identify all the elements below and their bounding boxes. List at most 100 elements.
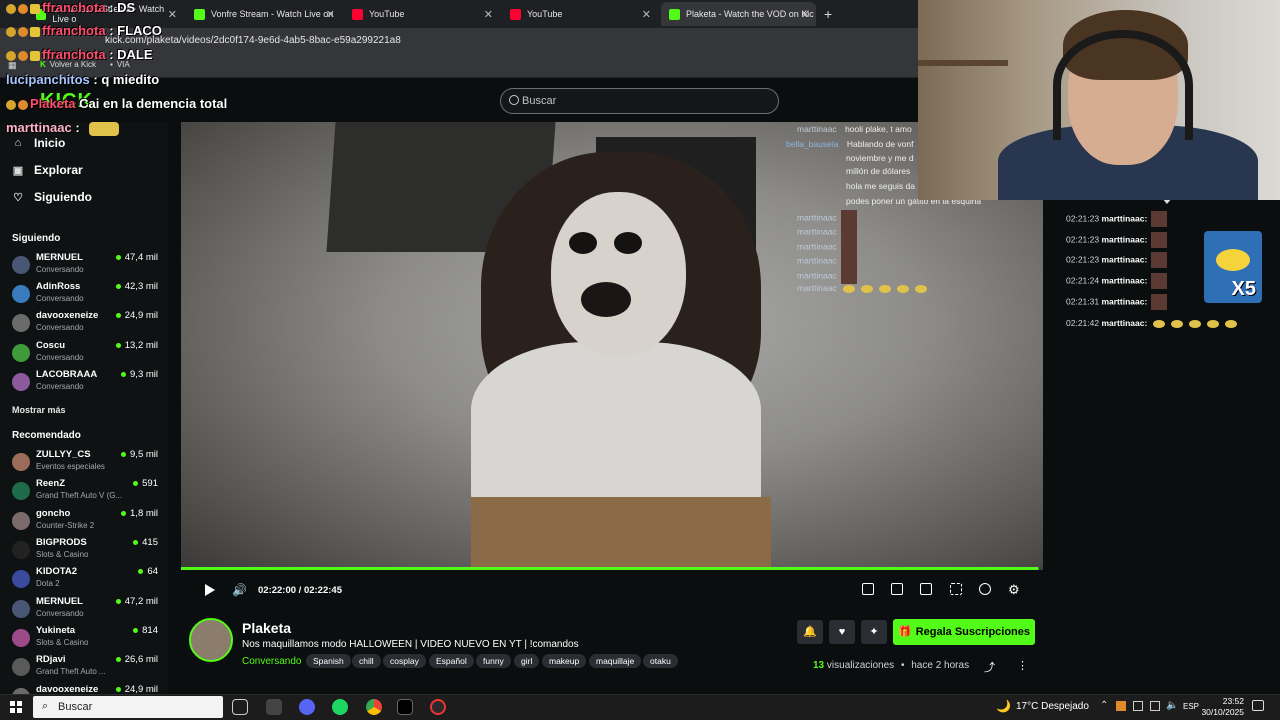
speaker-icon[interactable]: 🔈	[1166, 700, 1178, 711]
volume-icon[interactable]: 🔊	[232, 583, 247, 597]
avatar	[12, 512, 30, 530]
video-age: hace 2 horas	[911, 660, 970, 671]
tag[interactable]: cosplay	[383, 654, 426, 668]
tab-4[interactable]: YouTube ✕	[502, 2, 657, 26]
chevron-up-icon[interactable]: ⌃	[1100, 700, 1108, 711]
emote-icon	[1171, 319, 1184, 328]
recommended-channel[interactable]: RDjavi Grand Theft Auto ... 26,6 mil	[10, 654, 160, 682]
clip-icon[interactable]	[891, 583, 903, 595]
following-channel[interactable]: AdinRoss Conversando 42,3 mil	[10, 281, 160, 309]
tab-5-active[interactable]: Plaketa - Watch the VOD on Kic ✕	[661, 2, 816, 26]
tab-3[interactable]: YouTube ✕	[344, 2, 499, 26]
tag[interactable]: makeup	[542, 654, 587, 668]
overlay-chat-user: marttinaac	[797, 226, 837, 237]
sparkle-icon[interactable]: ✦	[861, 620, 887, 644]
nav-siguiendo[interactable]: ♡ Siguiendo	[12, 190, 92, 204]
tray-app-icon[interactable]	[1133, 701, 1143, 711]
gift-subs-button[interactable]: 🎁 Regala Suscripciones	[893, 619, 1035, 645]
clock[interactable]: 23:52 30/10/2025	[1200, 696, 1244, 718]
app-icon[interactable]	[266, 699, 282, 715]
recommended-channel[interactable]: BIGPRODS Slots & Casino 415	[10, 537, 160, 565]
tag[interactable]: maquillaje	[589, 654, 642, 668]
speed-icon[interactable]	[979, 583, 991, 595]
badge-icon	[6, 50, 16, 61]
chat-user[interactable]: marttinaac:	[1101, 275, 1147, 285]
streamer-name[interactable]: Plaketa	[242, 620, 291, 636]
close-icon[interactable]: ✕	[326, 8, 335, 21]
stream-category[interactable]: Conversando	[242, 656, 301, 667]
more-options-icon[interactable]: ⋮	[1017, 659, 1028, 672]
close-icon[interactable]: ✕	[484, 8, 493, 21]
chrome-icon[interactable]	[366, 699, 382, 715]
chat-user[interactable]: marttinaac:	[1101, 296, 1147, 306]
nav-inicio[interactable]: ⌂ Inicio	[12, 136, 66, 150]
recommended-channel[interactable]: ZULLYY_CS Eventos especiales 9,5 mil	[10, 449, 160, 477]
chat-message: 02:21:31 marttinaac:	[1066, 294, 1168, 310]
stream-chat-line: Plaketa Cai en la demencia total	[6, 96, 227, 111]
chat-user[interactable]: marttinaac:	[1101, 254, 1147, 264]
clock-date: 30/10/2025	[1201, 707, 1244, 717]
search-icon: ⌕	[42, 700, 49, 712]
heart-icon[interactable]: ♥	[829, 620, 855, 644]
tag[interactable]: girl	[514, 654, 540, 668]
close-icon[interactable]: ✕	[801, 8, 810, 21]
recommended-channel[interactable]: goncho Counter-Strike 2 1,8 mil	[10, 508, 160, 536]
recommended-channel[interactable]: ReenZ Grand Theft Auto V (G... 591	[10, 478, 160, 506]
recommended-channel[interactable]: MERNUEL Conversando 47,2 mil	[10, 596, 160, 624]
tag[interactable]: funny	[476, 654, 511, 668]
fullscreen-icon[interactable]	[950, 583, 962, 595]
overlay-chat-text: hola me seguis da	[846, 181, 915, 191]
show-more-link[interactable]: Mostrar más	[12, 405, 66, 415]
live-dot-icon	[121, 510, 127, 516]
following-channel[interactable]: LACOBRAAA Conversando 9,3 mil	[10, 369, 160, 397]
close-icon[interactable]: ✕	[642, 8, 651, 21]
pip-icon[interactable]	[862, 583, 874, 595]
channel-category: Conversando	[36, 609, 84, 618]
recommended-channel[interactable]: davooxeneize 24,9 mil	[10, 684, 160, 694]
new-tab-icon[interactable]: +	[824, 6, 832, 22]
tab-2[interactable]: Vonfre Stream - Watch Live on ✕	[186, 2, 341, 26]
tag[interactable]: chill	[352, 654, 381, 668]
tray-app-icon[interactable]	[1150, 701, 1160, 711]
nav-explorar[interactable]: ▣ Explorar	[12, 163, 83, 177]
stream-chat-text: : FLACO	[109, 23, 162, 38]
spotify-icon[interactable]	[332, 699, 348, 715]
chat-user[interactable]: marttinaac:	[1101, 213, 1147, 223]
windows-start-icon[interactable]	[10, 701, 22, 713]
channel-name: KIDOTA2	[36, 566, 77, 577]
overlay-chat-line: hola me seguis da	[846, 181, 915, 191]
avatar	[12, 570, 30, 588]
following-channel[interactable]: MERNUEL Conversando 47,4 mil	[10, 252, 160, 280]
weather-text[interactable]: 17°C Despejado	[1016, 701, 1089, 712]
bell-icon[interactable]: 🔔	[797, 620, 823, 644]
tray-app-icon[interactable]	[1116, 701, 1126, 711]
badge-icon	[30, 3, 40, 14]
channel-category: Conversando	[36, 265, 84, 274]
stream-chat-user: ffranchota	[42, 23, 106, 38]
play-icon[interactable]	[205, 584, 215, 596]
recommended-channel[interactable]: Yukineta Slots & Casino 814	[10, 625, 160, 653]
share-icon[interactable]: ⤴	[984, 659, 995, 675]
task-view-icon[interactable]	[232, 699, 248, 715]
obs-icon[interactable]	[430, 699, 446, 715]
tag[interactable]: Español	[429, 654, 474, 668]
tag[interactable]: otaku	[643, 654, 678, 668]
language-indicator[interactable]: ESP	[1183, 702, 1199, 711]
discord-icon[interactable]	[299, 699, 315, 715]
channel-name: BIGPRODS	[36, 537, 87, 548]
tag[interactable]: Spanish	[306, 654, 351, 668]
notification-icon[interactable]	[1252, 700, 1264, 711]
channel-name: AdinRoss	[36, 281, 81, 292]
theater-mode-icon[interactable]	[920, 583, 932, 595]
chat-user[interactable]: marttinaac:	[1101, 318, 1147, 328]
gear-icon[interactable]: ⚙	[1008, 582, 1020, 598]
chat-user[interactable]: marttinaac:	[1101, 234, 1147, 244]
viewer-count-text: 9,3 mil	[130, 369, 158, 380]
streamer-avatar[interactable]	[189, 618, 233, 662]
recommended-channel[interactable]: KIDOTA2 Dota 2 64	[10, 566, 160, 594]
chat-time: 02:21:23	[1066, 254, 1100, 265]
following-channel[interactable]: davooxeneize Conversando 24,9 mil	[10, 310, 160, 338]
following-channel[interactable]: Coscu Conversando 13,2 mil	[10, 340, 160, 368]
capcut-icon[interactable]	[397, 699, 413, 715]
close-icon[interactable]: ✕	[168, 8, 177, 21]
